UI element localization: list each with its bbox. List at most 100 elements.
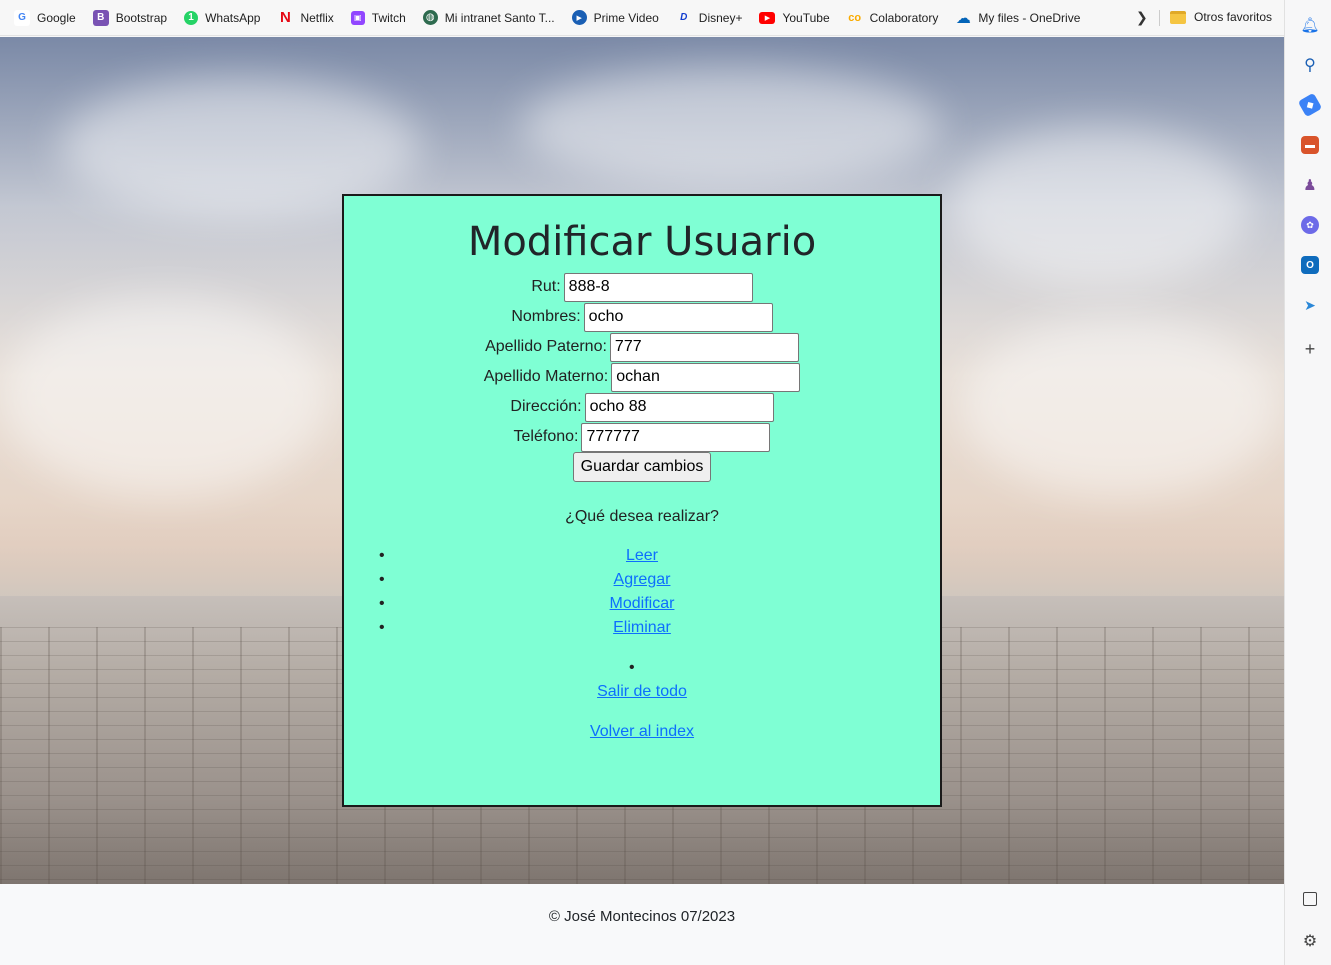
twitch-icon: ▣ (350, 10, 365, 25)
page-viewport: Modificar Usuario Rut: Nombres: Apellido… (0, 37, 1284, 884)
shopping-tag-icon[interactable]: ◆ (1297, 92, 1323, 118)
back-row: Volver al index (344, 720, 940, 744)
bootstrap-icon: B (92, 9, 109, 26)
bookmark-label: Mi intranet Santo T... (444, 10, 555, 25)
footer-text: © José Montecinos 07/2023 (548, 908, 736, 925)
plus-icon[interactable]: + (1301, 339, 1319, 359)
apellido-materno-input[interactable] (611, 362, 801, 392)
settings-icon[interactable]: ⚙ (1301, 932, 1319, 950)
bell-icon[interactable]: 🔔︎ (1300, 16, 1319, 34)
apellido-paterno-label: Apellido Paterno: (485, 338, 607, 355)
youtube-icon: ▶ (759, 11, 776, 24)
send-icon[interactable]: ➤ (1301, 296, 1319, 314)
nombres-label: Nombres: (511, 308, 581, 325)
bookmark-bootstrap[interactable]: B Bootstrap (92, 9, 168, 26)
apellido-paterno-input[interactable] (609, 332, 799, 362)
bookmark-label: Twitch (371, 10, 406, 25)
telefono-row: Teléfono: (344, 422, 940, 452)
bookmark-label: Google (37, 10, 76, 25)
bookmark-prime-video[interactable]: ▶ Prime Video (571, 10, 659, 25)
leer-link[interactable]: Leer (626, 547, 658, 564)
list-item: • Agregar (344, 568, 940, 592)
bookmark-twitch[interactable]: ▣ Twitch (350, 10, 406, 25)
footer: © José Montecinos 07/2023 (0, 884, 1284, 965)
bookmark-label: Disney+ (698, 10, 743, 25)
background-cloud (960, 317, 1280, 497)
bookmark-netflix[interactable]: N Netflix (277, 9, 334, 26)
volver-link[interactable]: Volver al index (590, 723, 694, 740)
prime-video-icon: ▶ (571, 10, 587, 25)
bookmark-disney[interactable]: D Disney+ (676, 10, 743, 26)
bookmark-label: Netflix (300, 10, 334, 25)
bookmark-label: WhatsApp (205, 10, 261, 25)
bookmark-label: Prime Video (593, 10, 659, 25)
rut-label: Rut: (531, 278, 561, 295)
other-favorites-label: Otros favoritos (1194, 10, 1273, 24)
bookmark-label: YouTube (782, 10, 830, 25)
background-cloud (520, 67, 940, 187)
agregar-link[interactable]: Agregar (614, 571, 671, 588)
games-icon[interactable]: ♟ (1301, 176, 1319, 194)
sidebar-toggle-icon[interactable] (1303, 892, 1317, 906)
bookmark-label: Colaboratory (869, 10, 939, 25)
exit-row: Salir de todo (344, 680, 940, 704)
nombres-row: Nombres: (344, 302, 940, 332)
submit-row: Guardar cambios (344, 452, 940, 482)
salir-link[interactable]: Salir de todo (597, 683, 687, 700)
telefono-input[interactable] (581, 422, 771, 452)
apellido-materno-label: Apellido Materno: (483, 368, 609, 385)
direccion-row: Dirección: (344, 392, 940, 422)
rut-input[interactable] (563, 272, 753, 302)
menu-question: ¿Qué desea realizar? (565, 508, 719, 525)
bullet: • (379, 571, 385, 588)
netflix-icon: N (280, 9, 291, 26)
colab-icon: co (848, 11, 862, 24)
bullet: • (379, 547, 385, 564)
bookmark-label: My files - OneDrive (978, 10, 1081, 25)
direccion-label: Dirección: (510, 398, 582, 415)
page-title: Modificar Usuario (467, 219, 817, 265)
onedrive-icon: ☁ (955, 9, 971, 27)
nombres-input[interactable] (583, 302, 773, 332)
background-cloud (950, 127, 1250, 287)
exit-list-item: • (344, 656, 940, 680)
disney-icon: D (680, 12, 688, 23)
tools-icon[interactable]: ▬ (1301, 136, 1319, 154)
bullet: • (379, 595, 385, 612)
direccion-input[interactable] (584, 392, 774, 422)
google-icon: G (14, 9, 30, 26)
other-favorites[interactable]: Otros favoritos (1170, 10, 1272, 24)
background-cloud (0, 297, 330, 497)
edit-user-card: Modificar Usuario Rut: Nombres: Apellido… (342, 194, 942, 807)
bookmarks-divider (1159, 10, 1160, 26)
bullet: • (379, 619, 385, 636)
bookmark-youtube[interactable]: ▶ YouTube (759, 10, 830, 25)
bookmarks-bar: G Google B Bootstrap 1 WhatsApp N Netfli… (0, 0, 1284, 36)
whatsapp-icon: 1 (184, 10, 199, 25)
eliminar-link[interactable]: Eliminar (613, 619, 671, 636)
save-changes-button[interactable]: Guardar cambios (572, 452, 712, 482)
apellido-paterno-row: Apellido Paterno: (344, 332, 940, 362)
browser-sidebar: 🔔︎ ⚲ ◆ ▬ ♟ ✿ O ➤ + ⚙ (1284, 0, 1331, 965)
bookmark-label: Bootstrap (115, 10, 168, 25)
list-item: • Eliminar (344, 616, 940, 640)
intranet-icon: ◍ (422, 10, 438, 25)
bullet: • (629, 659, 635, 676)
options-list: • Leer • Agregar • Modificar • Eliminar (344, 544, 940, 640)
chevron-right-icon[interactable]: ❯ (1136, 9, 1148, 26)
outlook-icon[interactable]: O (1301, 256, 1319, 274)
apellido-materno-row: Apellido Materno: (344, 362, 940, 392)
modificar-link[interactable]: Modificar (610, 595, 675, 612)
search-icon[interactable]: ⚲ (1301, 56, 1319, 74)
bookmark-colab[interactable]: co Colaboratory (847, 10, 939, 26)
bookmark-google[interactable]: G Google (14, 9, 76, 26)
bookmark-intranet[interactable]: ◍ Mi intranet Santo T... (422, 10, 555, 25)
list-item: • Modificar (344, 592, 940, 616)
bookmark-whatsapp[interactable]: 1 WhatsApp (184, 10, 261, 25)
bookmark-onedrive[interactable]: ☁ My files - OneDrive (955, 9, 1081, 27)
folder-icon (1170, 10, 1186, 24)
rut-row: Rut: (344, 272, 940, 302)
copilot-icon[interactable]: ✿ (1301, 216, 1319, 234)
list-item: • Leer (344, 544, 940, 568)
telefono-label: Teléfono: (513, 428, 579, 445)
